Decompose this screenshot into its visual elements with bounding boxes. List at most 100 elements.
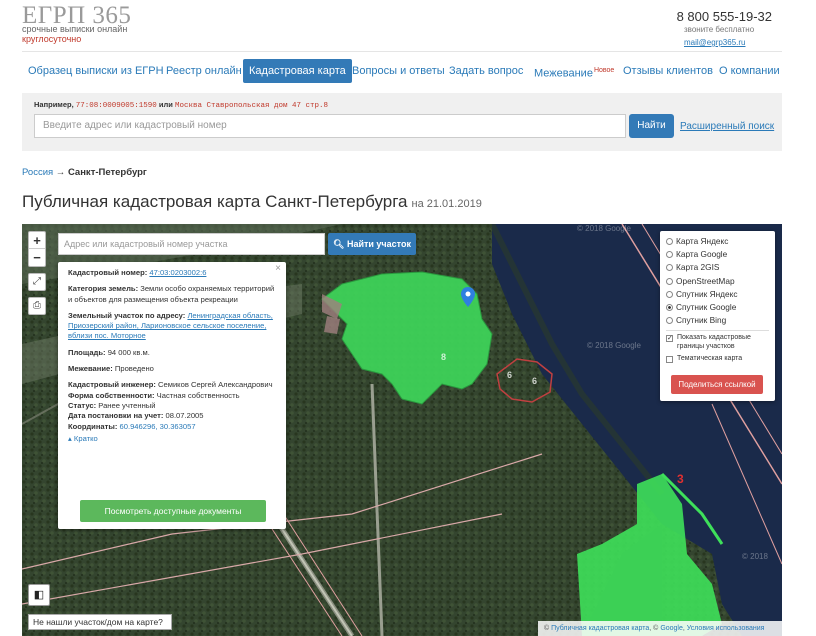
share-link-button[interactable]: Поделиться ссылкой — [671, 375, 763, 394]
breadcrumb-root[interactable]: Россия — [22, 167, 53, 178]
fullscreen-icon[interactable]: ⤢ — [28, 273, 46, 291]
attribution-cad-map-link[interactable]: Публичная кадастровая карта — [551, 625, 649, 632]
phone-note: звоните бесплатно — [684, 25, 755, 34]
radio-icon — [666, 264, 673, 272]
address-search-input[interactable]: Введите адрес или кадастровый номер — [34, 114, 626, 138]
plot-label: 6 — [507, 370, 513, 380]
example-or: или — [158, 100, 173, 109]
search-example: Например, 77:08:0009005:1590 или Москва … — [34, 100, 328, 110]
site-tagline-accent: круглосуточно — [22, 34, 82, 44]
zoom-out-button[interactable]: − — [29, 249, 45, 266]
nav-ask[interactable]: Задать вопрос — [449, 59, 523, 83]
layer-option-label: Карта 2GIS — [676, 262, 720, 273]
info-status-value: Ранее учтенный — [98, 400, 156, 410]
attribution-google-link[interactable]: Google — [660, 625, 683, 632]
layer-option-2gis[interactable]: Карта 2GIS — [666, 261, 769, 274]
attribution-terms-link[interactable]: Условия использования — [687, 625, 765, 632]
attribution-copy: © — [544, 625, 550, 632]
info-ownership: Форма собственности: Частная собственнос… — [68, 391, 276, 401]
zoom-in-button[interactable]: + — [29, 232, 45, 249]
nav-registry[interactable]: Реестр онлайн — [166, 59, 242, 83]
checkbox-icon — [666, 356, 673, 364]
nav-sample[interactable]: Образец выписки из ЕГРН — [28, 59, 164, 83]
info-area: Площадь: 94 000 кв.м. — [68, 348, 276, 358]
layer-option-bing-sat[interactable]: Спутник Bing — [666, 314, 769, 327]
site-header: ЕГРП 365 срочные выписки онлайн круглосу… — [0, 0, 816, 50]
layer-option-label: OpenStreetMap — [676, 275, 735, 286]
info-cad-number: Кадастровый номер: 47:03:0203002:6 — [68, 268, 276, 278]
plot-label: 6 — [532, 376, 538, 386]
info-coords: Координаты: 60.946296, 30.363057 — [68, 422, 276, 432]
main-nav: Образец выписки из ЕГРН Реестр онлайн Ка… — [22, 59, 792, 83]
close-icon[interactable]: × — [275, 263, 281, 274]
nav-cadastral-map[interactable]: Кадастровая карта — [243, 59, 352, 83]
info-ownership-value: Частная собственность — [156, 390, 240, 400]
breadcrumb-current: Санкт-Петербург — [67, 167, 147, 178]
layer-option-osm[interactable]: OpenStreetMap — [666, 275, 769, 288]
info-land-category: Категория земель: Земли особо охраняемых… — [68, 284, 276, 305]
cadastral-map[interactable]: 8 6 6 3 © 2018 Google © 2018 Google © 20… — [22, 224, 782, 636]
example-address[interactable]: Москва Ставропольская дом 47 стр.8 — [175, 102, 328, 110]
collapse-toggle[interactable]: ▴ Кратко — [68, 434, 276, 444]
search-icon: 🔍︎ — [333, 239, 347, 249]
nav-survey[interactable]: МежеваниеНовое — [534, 59, 614, 83]
info-date-value: 08.07.2005 — [165, 411, 204, 421]
radio-icon — [666, 251, 673, 259]
advanced-search-link[interactable]: Расширенный поиск — [680, 121, 774, 132]
collapse-label: Кратко — [73, 433, 98, 443]
checkbox-checked-icon: ✓ — [666, 335, 673, 343]
page-title: Публичная кадастровая карта Санкт-Петерб… — [22, 192, 482, 212]
info-survey-value: Проведено — [114, 364, 154, 374]
info-engineer-value: Семиков Сергей Александрович — [158, 380, 273, 390]
info-cad-value[interactable]: 47:03:0203002:6 — [149, 268, 206, 277]
info-ownership-label: Форма собственности: — [68, 390, 155, 400]
info-survey-label: Межевание: — [68, 364, 113, 374]
layer-option-yandex-map[interactable]: Карта Яндекс — [666, 235, 769, 248]
page-title-text: Публичная кадастровая карта Санкт-Петерб… — [22, 192, 408, 211]
info-address-label: Земельный участок по адресу: — [68, 310, 186, 320]
phone-number[interactable]: 8 800 555-19-32 — [677, 9, 772, 24]
map-marker-icon[interactable] — [461, 287, 475, 307]
thematic-map-checkbox[interactable]: Тематическая карта — [666, 355, 769, 364]
radio-selected-icon — [666, 303, 673, 311]
print-icon[interactable]: ⎙ — [28, 297, 46, 315]
info-date-label: Дата постановки на учет: — [68, 411, 164, 421]
layer-option-label: Карта Яндекс — [676, 236, 729, 246]
new-badge: Новое — [593, 67, 615, 74]
find-plot-label: Найти участок — [346, 239, 411, 249]
nav-reviews[interactable]: Отзывы клиентов — [623, 59, 713, 83]
layer-option-yandex-sat[interactable]: Спутник Яндекс — [666, 288, 769, 301]
map-search-input[interactable]: Адрес или кадастровый номер участка — [58, 233, 325, 255]
attribution-sep: , © — [649, 625, 659, 632]
info-coords-value[interactable]: 60.946296, 30.363057 — [120, 422, 196, 431]
header-divider — [22, 51, 782, 52]
example-code[interactable]: 77:08:0009005:1590 — [76, 102, 157, 110]
layer-option-google-map[interactable]: Карта Google — [666, 248, 769, 261]
plot-label: 8 — [441, 352, 447, 362]
info-area-value: 94 000 кв.м. — [107, 347, 150, 357]
find-plot-button[interactable]: 🔍︎ Найти участок — [328, 233, 416, 255]
plot-info-popup: × Кадастровый номер: 47:03:0203002:6 Кат… — [58, 262, 286, 529]
breadcrumb: Россия → Санкт-Петербург — [22, 167, 147, 178]
email-link[interactable]: mail@egrp365.ru — [684, 38, 745, 47]
map-watermark: © 2018 Google — [587, 341, 641, 350]
nav-about[interactable]: О компании — [719, 59, 780, 83]
map-watermark: © 2018 Google — [577, 224, 631, 233]
not-found-button[interactable]: Не нашли участок/дом на карте? — [28, 614, 172, 630]
layer-divider — [666, 330, 769, 332]
radio-icon — [666, 317, 673, 325]
info-coords-label: Координаты: — [68, 421, 118, 431]
radio-icon — [666, 277, 673, 285]
info-status-label: Статус: — [68, 400, 97, 410]
show-borders-checkbox[interactable]: ✓ Показать кадастровые границы участков — [666, 334, 769, 351]
view-documents-button[interactable]: Посмотреть доступные документы — [80, 500, 266, 522]
info-engineer: Кадастровый инженер: Семиков Сергей Алек… — [68, 380, 276, 390]
layer-option-google-sat[interactable]: Спутник Google — [666, 301, 769, 314]
find-button[interactable]: Найти — [629, 114, 674, 138]
info-land-cat-label: Категория земель: — [68, 284, 139, 294]
nav-faq[interactable]: Вопросы и ответы — [352, 59, 445, 83]
layer-switcher: Карта Яндекс Карта Google Карта 2GIS Ope… — [660, 231, 775, 401]
radio-icon — [666, 290, 673, 298]
layers-icon[interactable]: ◧ — [28, 584, 50, 606]
example-prefix: Например, — [34, 100, 74, 109]
